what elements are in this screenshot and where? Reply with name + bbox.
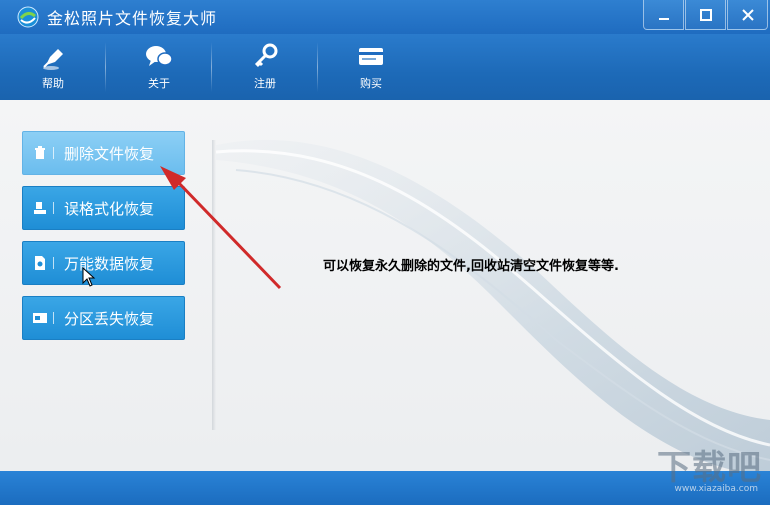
- panel-divider: [212, 140, 216, 430]
- app-title: 金松照片文件恢复大师: [47, 9, 218, 28]
- deleted-file-recovery-label: 删除文件恢复: [64, 144, 155, 163]
- partition-recovery-button[interactable]: 分区丢失恢复: [22, 296, 185, 340]
- close-button[interactable]: [727, 0, 768, 30]
- format-icon: [34, 202, 46, 214]
- mouse-cursor-icon: [82, 267, 96, 287]
- about-label: 关于: [148, 77, 170, 90]
- universal-recovery-button[interactable]: 万能数据恢复: [22, 241, 185, 285]
- title-bar: 金松照片文件恢复大师: [0, 0, 770, 34]
- main-content: 删除文件恢复 误格式化恢复 万能数据恢复 分区丢失恢复 可以恢复永久删除的文件,…: [0, 100, 770, 471]
- separator: [53, 312, 54, 324]
- register-button[interactable]: 注册: [212, 34, 318, 100]
- app-logo-icon: [17, 6, 39, 28]
- card-icon: [359, 48, 383, 65]
- register-label: 注册: [254, 77, 276, 90]
- about-button[interactable]: 关于: [106, 34, 212, 100]
- deleted-file-recovery-button[interactable]: 删除文件恢复: [22, 131, 185, 175]
- trash-icon: [35, 146, 45, 159]
- format-recovery-button[interactable]: 误格式化恢复: [22, 186, 185, 230]
- function-panel: 删除文件恢复 误格式化恢复 万能数据恢复 分区丢失恢复: [0, 100, 213, 471]
- universal-recovery-label: 万能数据恢复: [64, 254, 155, 273]
- decorative-wave: [216, 139, 770, 471]
- help-label: 帮助: [42, 77, 64, 90]
- buy-button[interactable]: 购买: [318, 34, 424, 100]
- watermark-url: www.xiazaiba.com: [674, 484, 758, 494]
- buy-label: 购买: [360, 77, 382, 90]
- partition-icon: [33, 313, 47, 323]
- toolbar: 帮助 关于 注册 购买: [0, 34, 770, 100]
- status-bar: [0, 471, 770, 505]
- close-icon: [741, 8, 754, 21]
- partition-recovery-label: 分区丢失恢复: [64, 309, 155, 328]
- watermark-logo: 下载吧: [657, 448, 762, 488]
- help-pen-icon: [43, 49, 63, 70]
- chat-bubble-icon: [146, 46, 173, 66]
- recovery-hint-text: 可以恢复永久删除的文件,回收站清空文件恢复等等.: [323, 259, 619, 274]
- minimize-icon: [658, 17, 669, 20]
- separator: [53, 147, 54, 159]
- maximize-button[interactable]: [685, 0, 726, 30]
- window-controls: [643, 0, 770, 34]
- separator: [53, 257, 54, 269]
- format-recovery-label: 误格式化恢复: [64, 199, 155, 218]
- minimize-button[interactable]: [643, 0, 684, 30]
- separator: [53, 202, 54, 214]
- help-button[interactable]: 帮助: [0, 34, 106, 100]
- maximize-icon: [699, 8, 712, 21]
- file-icon: [35, 256, 45, 270]
- key-icon: [254, 43, 278, 68]
